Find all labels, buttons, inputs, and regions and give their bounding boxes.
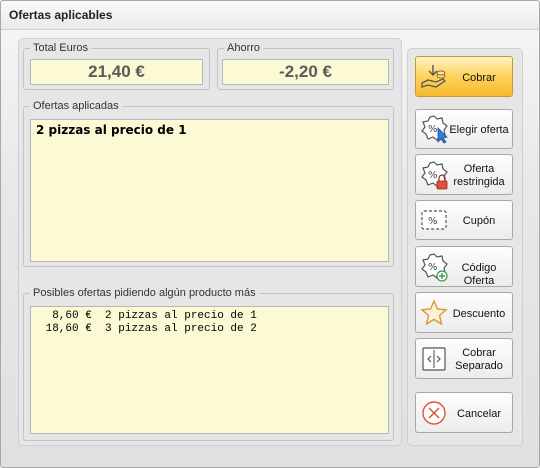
cupon-label: Cupón — [462, 215, 496, 227]
cobrar-button[interactable]: Cobrar — [415, 56, 513, 97]
possible-offers-group: Posibles ofertas pidiendo algún producto… — [23, 286, 394, 441]
star-icon — [420, 299, 448, 326]
svg-text:%: % — [428, 262, 438, 273]
cancelar-button[interactable]: Cancelar — [415, 392, 513, 433]
cupon-button[interactable]: % Cupón — [415, 200, 513, 240]
elegir-oferta-button[interactable]: % Elegir oferta — [415, 109, 513, 149]
title-bar: Ofertas aplicables — [1, 1, 539, 30]
cobrar-separado-button[interactable]: Cobrar Separado — [415, 338, 513, 379]
savings-group: Ahorro -2,20 € — [217, 41, 394, 90]
coupon-icon: % — [421, 210, 447, 230]
elegir-oferta-label: Elegir oferta — [449, 124, 509, 136]
possible-offer-item: 18,60 € 3 pizzas al precio de 2 — [39, 323, 257, 335]
offers-panel: Total Euros 21,40 € Ahorro -2,20 € Ofert… — [18, 38, 402, 446]
cancel-icon — [422, 401, 446, 425]
oferta-restringida-label-2: restringida — [453, 176, 505, 188]
applied-offers-list[interactable]: 2 pizzas al precio de 1 — [30, 119, 389, 262]
cobrar-label: Cobrar — [462, 72, 496, 84]
applied-offer-item: 2 pizzas al precio de 1 — [36, 123, 187, 137]
offers-dialog: Ofertas aplicables Total Euros 21,40 € A… — [0, 0, 540, 468]
hand-coins-icon — [421, 65, 447, 88]
svg-text:%: % — [428, 170, 438, 181]
oferta-restringida-button[interactable]: % Oferta restringida — [415, 154, 513, 195]
possible-offers-list[interactable]: 8,60 € 2 pizzas al precio de 1 18,60 € 3… — [30, 306, 389, 434]
split-icon — [422, 347, 446, 371]
svg-text:%: % — [428, 216, 438, 227]
savings-label: Ahorro — [224, 41, 264, 55]
cancelar-label: Cancelar — [456, 408, 502, 420]
descuento-label: Descuento — [452, 308, 506, 320]
oferta-restringida-label-1: Oferta — [463, 163, 495, 175]
percent-badge-plus-icon: % — [421, 253, 448, 282]
total-label: Total Euros — [30, 41, 92, 55]
codigo-oferta-button[interactable]: % Código Oferta — [415, 246, 513, 287]
cobrar-separado-label-2: Separado — [455, 360, 503, 372]
total-group: Total Euros 21,40 € — [23, 41, 210, 90]
percent-badge-cursor-icon: % — [421, 115, 448, 144]
applied-offers-label: Ofertas aplicadas — [30, 99, 122, 113]
svg-text:%: % — [428, 124, 438, 135]
codigo-oferta-label: Código Oferta — [461, 262, 497, 287]
descuento-button[interactable]: Descuento — [415, 292, 513, 333]
window-title: Ofertas aplicables — [9, 8, 113, 22]
total-value: 21,40 € — [30, 59, 203, 85]
possible-offer-item: 8,60 € 2 pizzas al precio de 1 — [39, 310, 257, 322]
applied-offers-group: Ofertas aplicadas 2 pizzas al precio de … — [23, 99, 394, 267]
possible-offers-label: Posibles ofertas pidiendo algún producto… — [30, 286, 259, 300]
cobrar-separado-label-1: Cobrar — [462, 347, 496, 359]
savings-value: -2,20 € — [222, 59, 389, 85]
percent-badge-lock-icon: % — [421, 161, 448, 190]
